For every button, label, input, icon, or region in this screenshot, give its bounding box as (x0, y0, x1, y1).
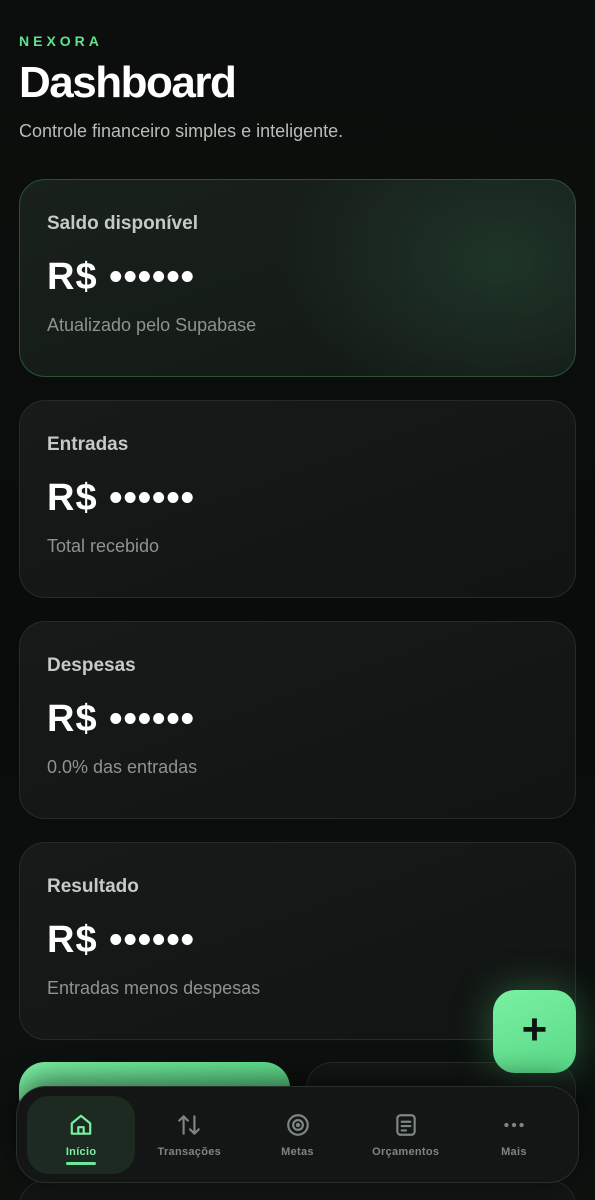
brand-name: NEXORA (19, 33, 103, 49)
tab-transacoes[interactable]: Transações (135, 1096, 243, 1174)
card-note: Atualizado pelo Supabase (47, 315, 257, 335)
card-label: Despesas (47, 655, 136, 676)
add-transaction-button[interactable]: + (493, 990, 576, 1073)
page-subtitle: Controle financeiro simples e inteligent… (19, 121, 344, 141)
document-icon (395, 1113, 416, 1136)
target-icon (286, 1113, 309, 1136)
more-icon (504, 1122, 524, 1127)
tab-label: Mais (501, 1145, 527, 1158)
next-card (19, 1180, 576, 1200)
header: NEXORA Dashboard Controle financeiro sim… (19, 33, 343, 142)
dashboard-screen: NEXORA Dashboard Controle financeiro sim… (0, 0, 595, 1200)
card-value: R$ •••••• (47, 919, 195, 961)
tab-metas[interactable]: Metas (243, 1096, 351, 1174)
card-note: Total recebido (47, 536, 160, 556)
tab-mais[interactable]: Mais (460, 1096, 568, 1174)
income-card[interactable]: Entradas R$ •••••• Total recebido (19, 400, 576, 598)
arrows-up-down-icon (178, 1114, 201, 1135)
balance-card[interactable]: Saldo disponível R$ •••••• Atualizado pe… (19, 179, 576, 377)
tab-label: Início (65, 1145, 97, 1158)
tab-label: Orçamentos (372, 1145, 440, 1158)
active-indicator (66, 1161, 97, 1165)
card-label: Resultado (47, 876, 139, 897)
card-value: R$ •••••• (47, 477, 195, 519)
tab-inicio[interactable]: Início (27, 1095, 136, 1174)
page-title: Dashboard (19, 58, 237, 107)
card-value: R$ •••••• (47, 256, 195, 298)
card-label: Saldo disponível (47, 213, 198, 234)
bottom-tab-bar: Início Transações Metas Orçamentos Mais (16, 1086, 579, 1183)
card-note: 0.0% das entradas (47, 757, 198, 777)
tab-orcamentos[interactable]: Orçamentos (352, 1096, 460, 1174)
home-icon (70, 1114, 92, 1135)
expenses-card[interactable]: Despesas R$ •••••• 0.0% das entradas (19, 621, 576, 819)
card-label: Entradas (47, 434, 129, 455)
card-note: Entradas menos despesas (47, 978, 261, 998)
tab-label: Transações (157, 1145, 222, 1158)
plus-icon: + (521, 1004, 548, 1054)
tab-label: Metas (281, 1145, 314, 1158)
card-value: R$ •••••• (47, 698, 195, 740)
